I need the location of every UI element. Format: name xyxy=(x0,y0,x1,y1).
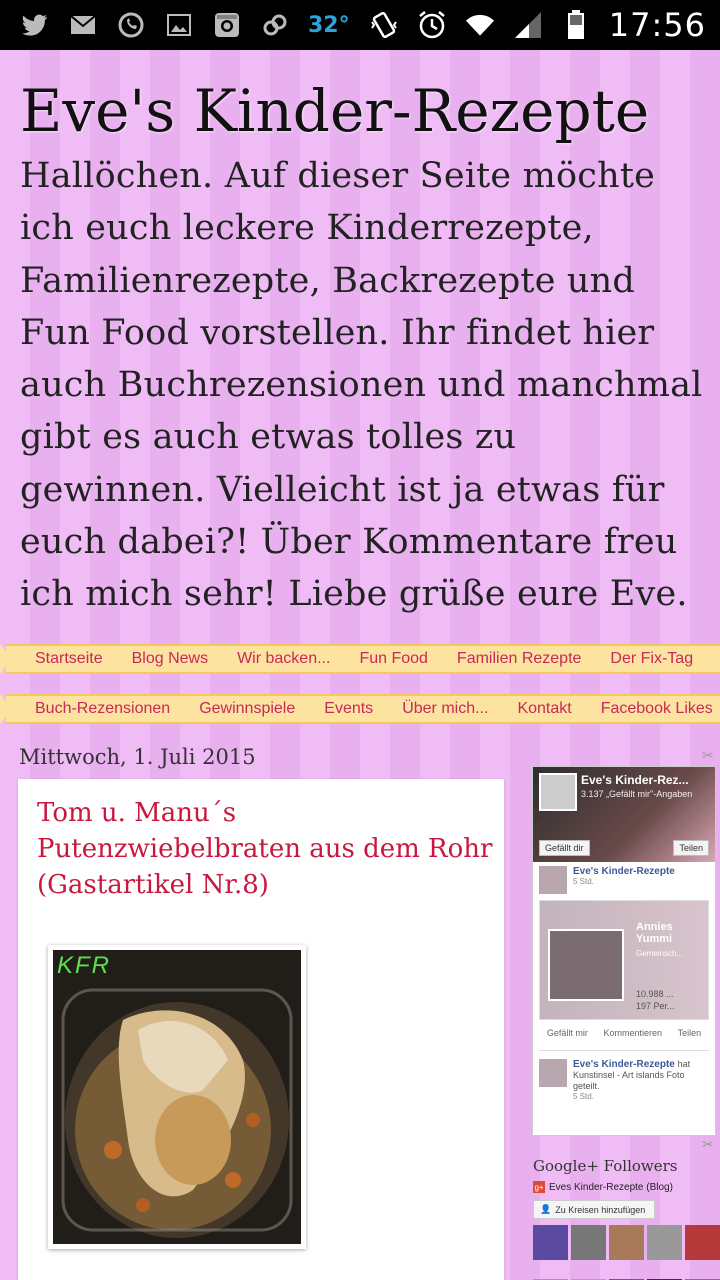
facebook-post2-avatar[interactable] xyxy=(539,1059,567,1087)
gallery-icon xyxy=(164,10,194,40)
scissors-icon-2[interactable]: ✂ xyxy=(702,1137,714,1153)
nav-bar-primary: Startseite Blog News Wir backen... Fun F… xyxy=(0,644,720,674)
nav-fun-food[interactable]: Fun Food xyxy=(359,650,427,668)
facebook-cover: Eve's Kinder-Rez... 3.137 „Gefällt mir"-… xyxy=(533,767,715,862)
nav-blog-news[interactable]: Blog News xyxy=(132,650,208,668)
temperature-text: 32° xyxy=(308,12,350,38)
fb-action-share[interactable]: Teilen xyxy=(678,1028,702,1038)
facebook-page-avatar[interactable] xyxy=(539,773,577,811)
nav-wir-backen[interactable]: Wir backen... xyxy=(237,650,330,668)
alarm-icon xyxy=(417,10,447,40)
clock: 17:56 xyxy=(608,6,706,44)
nav-bar-secondary: Buch-Rezensionen Gewinnspiele Events Übe… xyxy=(0,694,720,724)
post-card: Tom u. Manu´s Putenzwiebelbraten aus dem… xyxy=(18,779,504,1280)
nav-kontakt[interactable]: Kontakt xyxy=(517,700,571,718)
nav-gewinnspiele[interactable]: Gewinnspiele xyxy=(199,700,295,718)
facebook-post-time: 5 Std. xyxy=(573,877,594,886)
facebook-page-widget: Eve's Kinder-Rez... 3.137 „Gefällt mir"-… xyxy=(532,766,716,1136)
site-title[interactable]: Eve's Kinder-Rezepte xyxy=(20,78,710,144)
fb-action-comment[interactable]: Kommentieren xyxy=(603,1028,662,1038)
facebook-page-name[interactable]: Eve's Kinder-Rez... xyxy=(581,773,689,787)
post-image[interactable]: KFR xyxy=(48,945,306,1249)
avatar[interactable] xyxy=(571,1225,606,1260)
nav-buch-rezensionen[interactable]: Buch-Rezensionen xyxy=(35,700,170,718)
shared-count2: 197 Per... xyxy=(636,1001,675,1011)
facebook-post2-author[interactable]: Eve's Kinder-Rezepte xyxy=(573,1059,675,1070)
avatar[interactable] xyxy=(685,1225,720,1260)
nav-familien-rezepte[interactable]: Familien Rezepte xyxy=(457,650,582,668)
avatar[interactable] xyxy=(533,1225,568,1260)
twitter-icon xyxy=(20,10,50,40)
gplus-page-name[interactable]: Eves Kinder-Rezepte (Blog) xyxy=(549,1182,673,1193)
whatsapp-icon xyxy=(116,10,146,40)
wifi-icon xyxy=(465,10,495,40)
shared-subtitle: Gemeinsch... xyxy=(636,949,684,958)
image-watermark: KFR xyxy=(57,952,111,979)
nav-facebook-likes[interactable]: Facebook Likes xyxy=(601,700,713,718)
gmail-icon xyxy=(68,10,98,40)
gplus-icon: g+ xyxy=(533,1181,545,1193)
shared-count: 10.988 ... xyxy=(636,989,674,999)
gplus-add-circle-button[interactable]: 👤 Zu Kreisen hinzufügen xyxy=(533,1200,655,1219)
battery-icon xyxy=(561,10,591,40)
blog-header: Eve's Kinder-Rezepte Hallöchen. Auf dies… xyxy=(20,78,710,621)
gplus-page[interactable]: g+ Eves Kinder-Rezepte (Blog) xyxy=(533,1181,673,1193)
facebook-post2-time: 5 Std. xyxy=(573,1092,594,1101)
instagram-icon xyxy=(212,10,242,40)
fb-action-like[interactable]: Gefällt mir xyxy=(547,1028,588,1038)
signal-icon xyxy=(513,10,543,40)
facebook-post: Eve's Kinder-Rezepte 5 Std. Annies Yummi… xyxy=(533,862,715,1105)
vibrate-icon xyxy=(369,10,399,40)
site-description: Hallöchen. Auf dieser Seite möchte ich e… xyxy=(20,156,703,615)
post-title[interactable]: Tom u. Manu´s Putenzwiebelbraten aus dem… xyxy=(37,795,497,903)
status-bar: 32° 17:56 xyxy=(0,0,720,50)
shared-title: Annies Yummi xyxy=(636,921,673,945)
add-person-icon: 👤 xyxy=(540,1204,552,1214)
facebook-likes-count: 3.137 „Gefällt mir"-Angaben xyxy=(581,789,693,799)
gplus-button-label: Zu Kreisen hinzufügen xyxy=(555,1204,646,1215)
facebook-post-author[interactable]: Eve's Kinder-Rezepte xyxy=(573,866,675,877)
facebook-like-button[interactable]: Gefällt dir xyxy=(539,840,590,856)
facebook-post-avatar[interactable] xyxy=(539,866,567,894)
facebook-share-button[interactable]: Teilen xyxy=(673,840,709,856)
facebook-shared-card[interactable]: Annies Yummi Gemeinsch... 10.988 ... 197… xyxy=(539,900,709,1020)
nav-der-fix-tag[interactable]: Der Fix-Tag xyxy=(610,650,693,668)
nav-events[interactable]: Events xyxy=(324,700,373,718)
shared-image xyxy=(548,929,624,1001)
avatar[interactable] xyxy=(647,1225,682,1260)
gplus-title: Google+ Followers xyxy=(533,1157,678,1175)
gplus-follower-avatars xyxy=(533,1225,720,1280)
nav-startseite[interactable]: Startseite xyxy=(35,650,103,668)
link-icon xyxy=(260,10,290,40)
avatar[interactable] xyxy=(609,1225,644,1260)
nav-ueber-mich[interactable]: Über mich... xyxy=(402,700,488,718)
scissors-icon[interactable]: ✂ xyxy=(702,748,714,764)
post-date: Mittwoch, 1. Juli 2015 xyxy=(19,745,256,769)
blog-page: Eve's Kinder-Rezepte Hallöchen. Auf dies… xyxy=(0,50,720,1280)
